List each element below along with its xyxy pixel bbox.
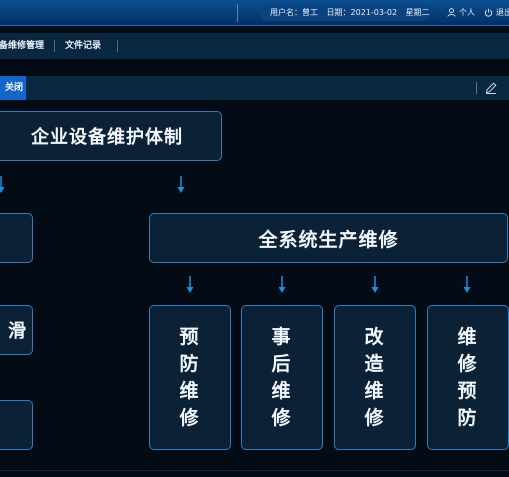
top-bar-divider: [237, 4, 238, 22]
weekday-label: 星期二: [405, 8, 430, 17]
user-info-pill: 用户名：曾工 日期：2021-03-02 星期二: [260, 5, 430, 21]
power-icon: [484, 8, 493, 17]
personal-label: 个人: [459, 8, 475, 17]
arrow-down-icon: [177, 176, 185, 193]
arrow-down-icon: [186, 276, 194, 293]
left-node-1: [0, 213, 33, 263]
edit-icon[interactable]: [484, 81, 498, 95]
left-node-2: 滑: [0, 305, 33, 355]
left-node-2-label: 滑: [8, 321, 26, 342]
root-node: 企业设备维护体制: [0, 111, 222, 161]
main-node: 全系统生产维修: [149, 213, 508, 263]
arrow-down-icon: [278, 276, 286, 293]
child-node-label: 事后维修: [271, 325, 293, 429]
child-node-breakdown-repair: 事后维修: [241, 305, 323, 450]
menu-divider: [54, 40, 55, 52]
arrow-down-icon: [371, 276, 379, 293]
username-label: 用户名：曾工: [270, 8, 318, 17]
child-node-label: 维修预防: [457, 325, 479, 429]
menu-bar: 设备维修管理 文件记录: [0, 33, 509, 59]
top-bar: 用户名：曾工 日期：2021-03-02 星期二 个人 退出: [0, 0, 509, 26]
root-node-label: 企业设备维护体制: [31, 127, 183, 148]
left-node-3: [0, 400, 33, 450]
bottom-divider: [0, 470, 509, 471]
child-node-preventive-repair: 预防维修: [149, 305, 231, 450]
child-node-maintenance-prevention: 维修预防: [427, 305, 509, 450]
child-node-label: 预防维修: [179, 325, 201, 429]
logout-label: 退出: [496, 8, 509, 17]
main-node-label: 全系统生产维修: [258, 228, 399, 251]
personal-button[interactable]: 个人: [447, 5, 475, 21]
arrow-down-icon: [463, 276, 471, 293]
tab-bar-divider: [476, 82, 477, 94]
tab-active[interactable]: 关闭: [0, 76, 26, 100]
tab-bar: 关闭: [0, 76, 509, 100]
user-icon: [447, 8, 456, 17]
menu-item-equipment-repair[interactable]: 设备维修管理: [0, 33, 44, 59]
child-node-corrective-repair: 改造维修: [334, 305, 416, 450]
date-label: 日期：2021-03-02: [326, 8, 398, 17]
logout-button[interactable]: 退出: [484, 5, 509, 21]
menu-divider: [117, 40, 118, 52]
child-node-label: 改造维修: [364, 325, 386, 429]
arrow-down-icon: [0, 176, 5, 193]
menu-item-file-records[interactable]: 文件记录: [65, 33, 101, 59]
